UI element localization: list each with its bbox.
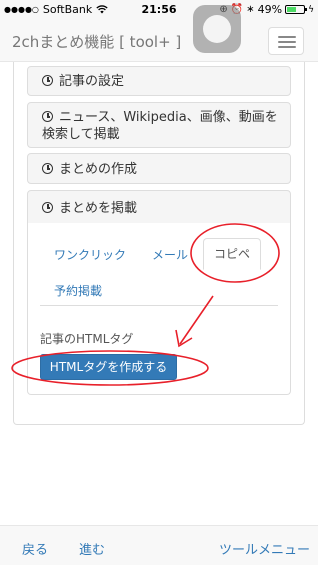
back-link[interactable]: 戻る [22, 539, 48, 558]
clock-icon [42, 75, 53, 86]
create-html-tag-button[interactable]: HTMLタグを作成する [40, 354, 177, 380]
bottom-toolbar: 戻る 進む ツールメニュー [0, 525, 318, 565]
assistive-touch-icon [203, 15, 231, 43]
panel-title: ニュース、Wikipedia、画像、動画を検索して掲載 [42, 109, 282, 143]
tab-scheduled-post[interactable]: 予約掲載 [54, 282, 102, 299]
panel-title: まとめの作成 [42, 161, 137, 178]
panel-title-text: まとめの作成 [59, 162, 138, 177]
status-bar: ●●●●○ SoftBank 21:56 ⊕ ⏰ ∗ 49% ϟ [0, 0, 318, 20]
tab-mail[interactable]: メール [152, 246, 188, 263]
navbar: 2chまとめ機能 [ tool+ ] [0, 20, 318, 62]
battery-percent: 49% [257, 3, 283, 16]
panel-article-settings[interactable]: 記事の設定 [27, 66, 291, 96]
hamburger-line [278, 46, 296, 48]
panel-title-text: 記事の設定 [59, 74, 125, 89]
tab-copy-paste[interactable]: コピペ [203, 238, 261, 270]
panel-post-summary[interactable]: まとめを掲載 [27, 190, 291, 224]
tool-menu-link[interactable]: ツールメニュー [219, 539, 310, 558]
menu-toggle-button[interactable] [268, 27, 304, 55]
forward-link[interactable]: 進む [79, 539, 105, 558]
tab-one-click[interactable]: ワンクリック [54, 246, 126, 263]
hamburger-icon [278, 36, 296, 38]
panel-create-summary[interactable]: まとめの作成 [27, 153, 291, 184]
clock-icon [42, 202, 53, 213]
panel-title-text: ニュース、Wikipedia、画像、動画を検索して掲載 [42, 110, 278, 142]
charging-icon: ϟ [308, 4, 314, 15]
bluetooth-icon: ∗ [246, 4, 255, 15]
brand-title[interactable]: 2chまとめ機能 [ tool+ ] [12, 31, 181, 52]
hamburger-line [278, 41, 296, 43]
panel-title: 記事の設定 [42, 73, 124, 90]
panel-title: まとめを掲載 [42, 200, 137, 217]
html-tag-label: 記事のHTMLタグ [40, 332, 134, 346]
battery-icon [285, 5, 308, 14]
assistive-touch-button[interactable] [193, 5, 241, 53]
panel-search-and-post[interactable]: ニュース、Wikipedia、画像、動画を検索して掲載 [27, 102, 291, 148]
tab-divider [40, 305, 278, 306]
panel-title-text: まとめを掲載 [59, 201, 138, 216]
clock-icon [42, 111, 53, 122]
clock-icon [42, 163, 53, 174]
